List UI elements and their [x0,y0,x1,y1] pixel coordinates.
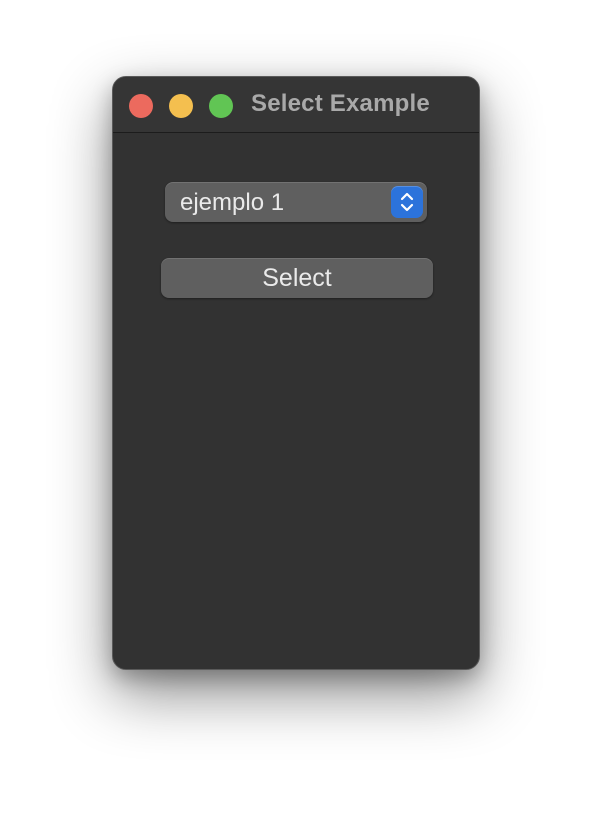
window-title: Select Example [251,90,430,117]
select-button-label: Select [262,264,332,292]
up-down-chevron-icon[interactable] [391,186,423,218]
app-window: Select Example ejemplo 1 Select [112,76,480,670]
minimize-button[interactable] [169,94,193,118]
title-bar[interactable]: Select Example [113,77,479,133]
select-button[interactable]: Select [161,258,433,298]
zoom-button[interactable] [209,94,233,118]
example-select[interactable]: ejemplo 1 [165,182,427,222]
close-button[interactable] [129,94,153,118]
select-value: ejemplo 1 [180,189,285,216]
